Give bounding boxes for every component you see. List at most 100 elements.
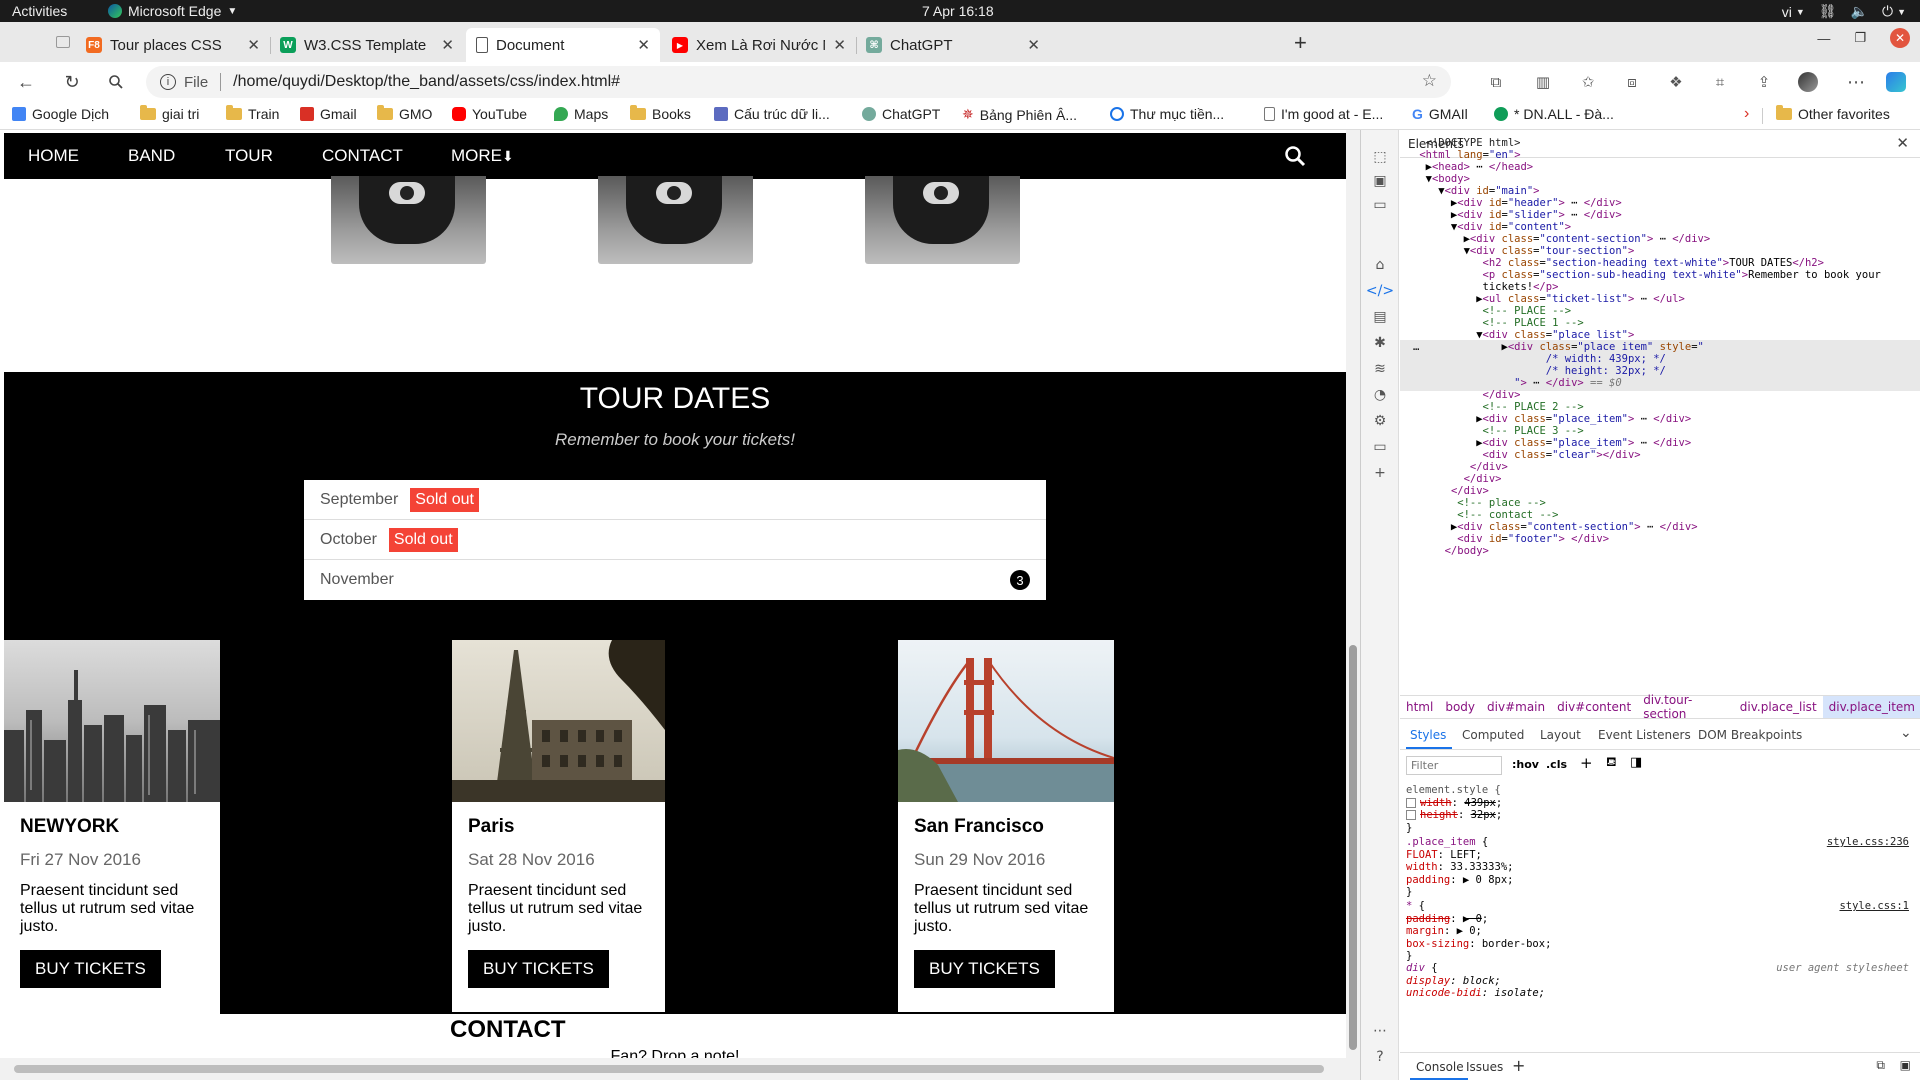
nav-home[interactable]: HOME [28,146,79,166]
buy-tickets-button[interactable]: BUY TICKETS [20,950,161,988]
application-icon[interactable]: ▭ [1371,438,1389,456]
other-favorites[interactable]: Other favorites [1776,105,1890,122]
panel-icon[interactable]: ▭ [1371,196,1389,214]
favorite-bang-phien-am[interactable]: ✵ Bảng Phiên Â... [962,106,1077,123]
close-drawer-icon[interactable]: ▣ [1900,1058,1911,1072]
back-button[interactable]: ← [14,70,38,94]
tab-console[interactable]: Console [1416,1060,1464,1074]
favorite-youtube[interactable]: YouTube [452,106,527,122]
favorite-gmail[interactable]: Gmail [300,106,357,122]
paint-icon[interactable]: ⛾ [1606,755,1617,772]
elements-icon[interactable]: </> [1366,282,1394,300]
more-menu-icon[interactable]: ⋯ [1846,72,1866,92]
tab-event-listeners[interactable]: Event Listeners [1598,728,1691,742]
device-emulation-icon[interactable]: ▣ [1371,172,1389,190]
copilot-icon[interactable] [1886,72,1906,92]
add-rule-icon[interactable]: + [1580,754,1593,772]
tab-styles[interactable]: Styles [1410,728,1446,742]
favorite-maps[interactable]: Maps [554,106,608,122]
split-screen-icon[interactable]: ▥ [1533,72,1553,92]
breadcrumb-place-item[interactable]: div.place_item [1822,696,1920,718]
chevron-right-icon[interactable]: › [1744,105,1749,123]
add-tool-icon[interactable]: + [1371,464,1389,482]
horizontal-scrollbar[interactable] [0,1058,1360,1080]
class-toggle[interactable]: .cls [1546,758,1567,771]
favorite-star-icon[interactable]: ☆ [1422,71,1437,91]
share-icon[interactable]: ⇪ [1754,72,1774,92]
refresh-button[interactable]: ↻ [60,70,84,94]
tab-dom-breakpoints[interactable]: DOM Breakpoints [1698,728,1802,742]
performance-icon[interactable]: ◔ [1371,386,1389,404]
styles-filter-input[interactable] [1406,756,1502,775]
breadcrumb-place-list[interactable]: div.place_list [1734,700,1823,714]
chevron-down-icon[interactable]: ⌄ [1900,725,1912,741]
ticket-item[interactable]: October Sold out [304,520,1046,560]
checkbox[interactable] [1406,810,1416,820]
sources-bug-icon[interactable]: ✱ [1371,334,1389,352]
restore-button[interactable]: ❐ [1854,30,1866,46]
favorites-icon[interactable]: ✩ [1578,72,1598,92]
profile-avatar[interactable] [1798,72,1818,92]
welcome-home-icon[interactable]: ⌂ [1371,256,1389,274]
dock-icon[interactable]: ⧉ [1876,1058,1885,1073]
network-wifi-icon[interactable]: ≋ [1371,360,1389,378]
tab-computed[interactable]: Computed [1462,728,1524,742]
nav-more[interactable]: MORE⬇ [451,146,514,166]
app-menu[interactable]: Microsoft Edge ▼ [108,3,237,19]
system-tray[interactable]: vi ▼ ⛓ 🔈 ⏻ ▼ [1782,3,1906,20]
favorite-train[interactable]: Train [226,105,279,122]
breadcrumb-tour-section[interactable]: div.tour-section [1637,693,1734,721]
ticket-item[interactable]: September Sold out [304,480,1046,520]
add-tab-icon[interactable]: + [1512,1056,1525,1075]
favorite-google-dich[interactable]: Google Dịch [12,106,109,122]
performance-icon[interactable]: ❖ [1666,72,1686,92]
screenshot-icon[interactable]: ⌗ [1710,72,1730,92]
favorite-gmail-google[interactable]: G GMAIl [1412,106,1468,122]
favorite-thu-muc-tien[interactable]: Thư mục tiền... [1110,106,1224,122]
buy-tickets-button[interactable]: BUY TICKETS [468,950,609,988]
buy-tickets-button[interactable]: BUY TICKETS [914,950,1055,988]
nav-contact[interactable]: CONTACT [322,146,403,166]
tab-tour-places-css[interactable]: F8 Tour places CSS ✕ [76,28,271,62]
checkbox[interactable] [1406,797,1416,808]
url-text[interactable]: /home/quydi/Desktop/the_band/assets/css/… [233,73,620,91]
favorite-cau-truc[interactable]: Cấu trúc dữ li... [714,106,830,122]
nav-band[interactable]: BAND [128,146,175,166]
close-icon[interactable]: ✕ [1027,36,1040,54]
tab-w3css-template[interactable]: W W3.CSS Template ✕ [270,28,464,62]
ticket-item[interactable]: November 3 [304,560,1046,600]
tab-document[interactable]: Document ✕ [466,28,660,62]
tab-chatgpt[interactable]: ⌘ ChatGPT ✕ [856,28,1050,62]
inspect-icon[interactable]: ⬚ [1371,148,1389,166]
scrollbar-thumb[interactable] [1349,645,1357,1050]
close-icon[interactable]: ✕ [637,36,650,54]
new-tab-button[interactable]: + [1294,30,1307,56]
favorite-giai-tri[interactable]: giai tri [140,105,199,122]
input-language[interactable]: vi [1782,4,1792,20]
breadcrumb-main[interactable]: div#main [1481,700,1551,714]
tab-layout[interactable]: Layout [1540,728,1581,742]
close-window-button[interactable]: ✕ [1890,28,1910,48]
favorite-books[interactable]: Books [630,105,691,122]
favorite-im-good-at[interactable]: I'm good at - E... [1264,106,1383,122]
favorite-dn-all[interactable]: * DN.ALL - Đà... [1494,106,1614,122]
page-viewport[interactable]: HOME BAND TOUR CONTACT MORE⬇ TOUR DATES … [4,130,1346,1058]
breadcrumb-body[interactable]: body [1439,700,1481,714]
nav-tour[interactable]: TOUR [225,146,273,166]
info-icon[interactable]: i [160,74,176,90]
help-icon[interactable]: ? [1371,1048,1389,1066]
close-icon[interactable]: ✕ [1896,134,1909,152]
activities-button[interactable]: Activities [12,3,67,19]
close-icon[interactable]: ✕ [247,36,260,54]
close-icon[interactable]: ✕ [441,36,454,54]
minimize-button[interactable]: — [1817,31,1830,46]
search-icon[interactable] [104,70,128,94]
address-bar[interactable]: i File /home/quydi/Desktop/the_band/asse… [146,66,1451,98]
extensions-icon[interactable]: ⧉ [1486,72,1506,92]
favorite-gmo[interactable]: GMO [377,105,432,122]
search-icon[interactable] [1284,145,1306,167]
breadcrumb-html[interactable]: html [1400,700,1439,714]
tab-youtube-video[interactable]: ▶ Xem Là Rơi Nước Mắt | Th ✕ [662,28,857,62]
collections-icon[interactable]: ⧈ [1622,72,1642,92]
more-tools-icon[interactable]: ⋯ [1371,1022,1389,1040]
